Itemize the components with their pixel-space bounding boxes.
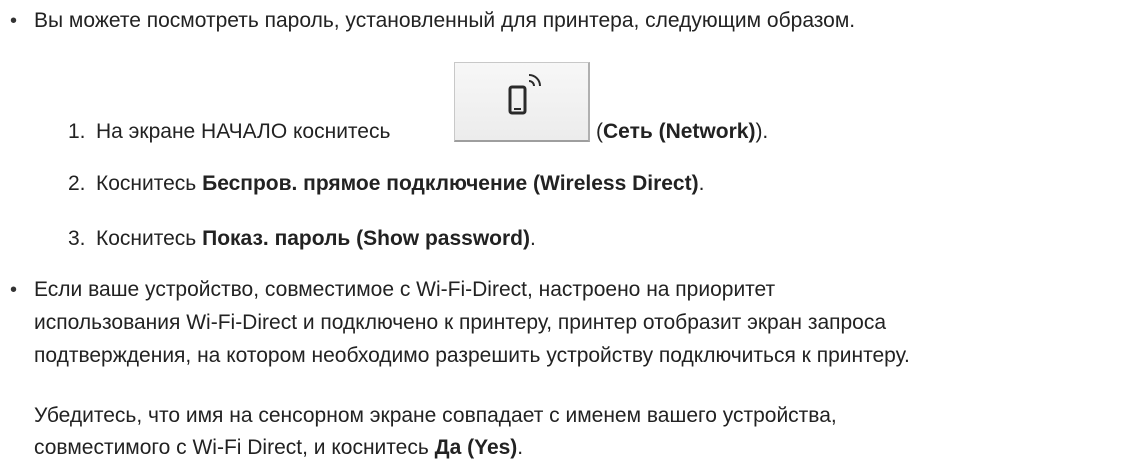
step-1-text: На экране НАЧАЛО коснитесь xyxy=(96,120,391,143)
wifi-direct-text-line: подтверждения, на котором необходимо раз… xyxy=(34,344,910,367)
note-line-2: совместимого с Wi-Fi Direct, и коснитесь… xyxy=(34,436,524,459)
wireless-direct-label: Беспров. прямое подключение (Wireless Di… xyxy=(202,172,699,195)
bullet-marker: • xyxy=(10,10,18,32)
bullet-marker: • xyxy=(10,279,18,301)
step-1-label: (Сеть (Network)). xyxy=(596,120,769,143)
intro-text: Вы можете посмотреть пароль, установленн… xyxy=(34,9,856,32)
step-number-1: 1. xyxy=(68,120,86,143)
wifi-direct-text-line: использования Wi-Fi-Direct и подключено … xyxy=(34,311,887,334)
network-icon-button[interactable] xyxy=(454,62,590,142)
step-2-text: Коснитесь Беспров. прямое подключение (W… xyxy=(96,172,705,195)
network-label: Сеть (Network) xyxy=(603,120,756,143)
step-3-text: Коснитесь Показ. пароль (Show password). xyxy=(96,227,536,250)
network-phone-icon xyxy=(508,74,541,115)
note-line-1: Убедитесь, что имя на сенсорном экране с… xyxy=(34,404,837,427)
yes-label: Да (Yes) xyxy=(434,436,518,459)
wifi-direct-text-line: Если ваше устройство, совместимое с Wi-F… xyxy=(34,278,776,301)
step-number-2: 2. xyxy=(68,172,86,195)
show-password-label: Показ. пароль (Show password) xyxy=(202,227,530,250)
step-number-3: 3. xyxy=(68,227,86,250)
